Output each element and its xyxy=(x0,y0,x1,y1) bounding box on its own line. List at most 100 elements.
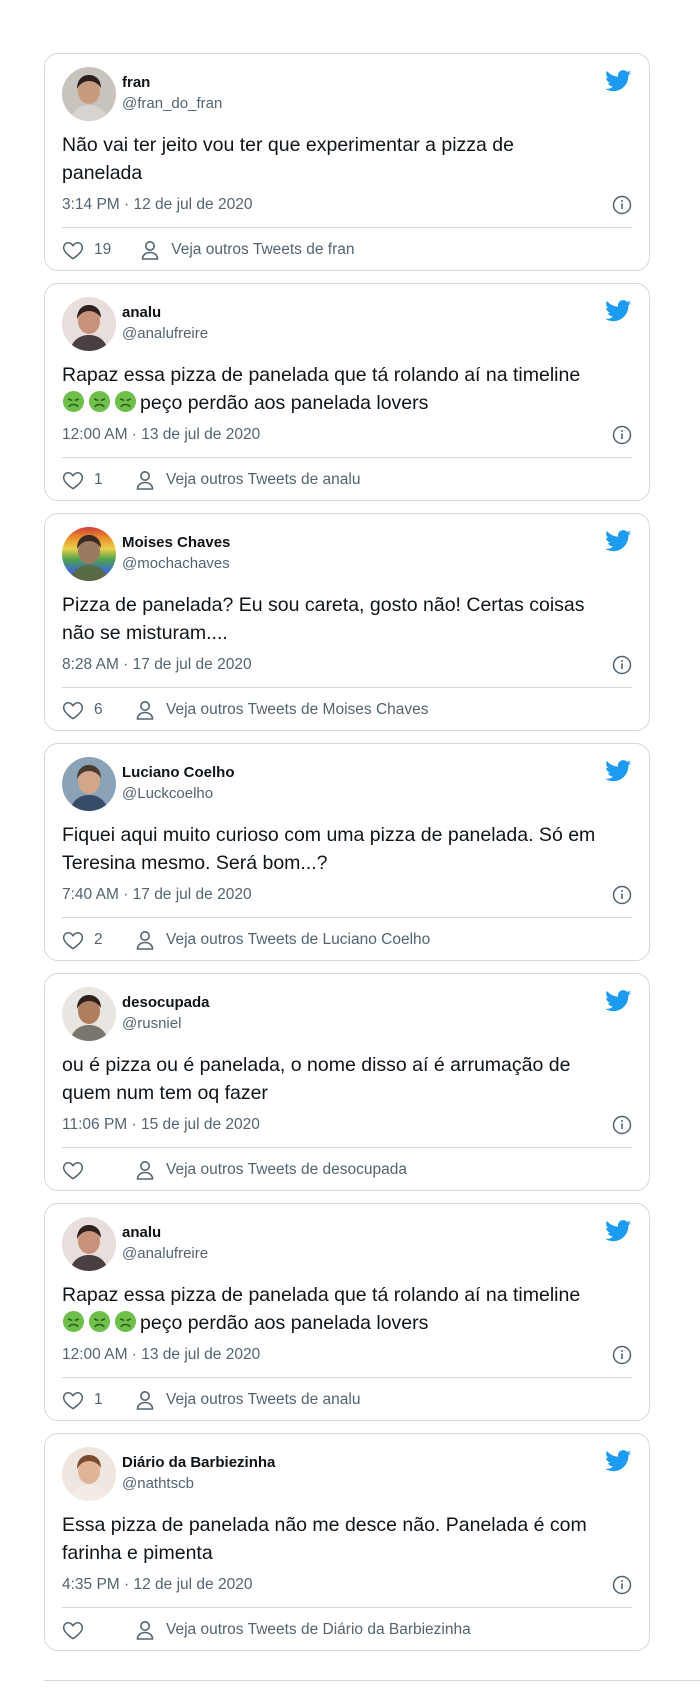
avatar[interactable] xyxy=(62,527,116,581)
divider xyxy=(62,687,632,688)
author-name[interactable]: Diário da Barbiezinha xyxy=(122,1454,275,1471)
tweet-text-line-1: Fiquei aqui muito curioso com uma pizza … xyxy=(62,824,596,846)
tweet-card[interactable]: analu @analufreire Rapaz essa pizza de p… xyxy=(44,283,650,501)
author-handle[interactable]: @fran_do_fran xyxy=(122,95,222,112)
tweet-text-line-2: panelada xyxy=(62,160,628,188)
tweet-timestamp[interactable]: 7:40 AM · 17 de jul de 2020 xyxy=(62,886,252,904)
info-icon[interactable] xyxy=(612,195,632,215)
info-icon[interactable] xyxy=(612,1575,632,1595)
more-tweets-link[interactable]: Veja outros Tweets de analu xyxy=(136,470,360,490)
divider xyxy=(62,1147,632,1148)
tweet-text-line-2-text: Teresina mesmo. Será bom...? xyxy=(62,851,328,874)
avatar[interactable] xyxy=(62,297,116,351)
tweet-text-line-1: Rapaz essa pizza de panelada que tá rola… xyxy=(62,1284,581,1306)
heart-icon xyxy=(62,1621,84,1640)
more-tweets-label: Veja outros Tweets de Luciano Coelho xyxy=(166,931,431,948)
tweet-text-line-2-text: quem num tem oq fazer xyxy=(62,1081,268,1104)
divider xyxy=(62,1607,632,1608)
more-tweets-link[interactable]: Veja outros Tweets de Luciano Coelho xyxy=(136,930,430,950)
tweet-timestamp[interactable]: 11:06 PM · 15 de jul de 2020 xyxy=(62,1116,260,1134)
avatar[interactable] xyxy=(62,1447,116,1501)
tweet-timestamp[interactable]: 8:28 AM · 17 de jul de 2020 xyxy=(62,656,252,674)
like-button[interactable]: 1 xyxy=(62,470,106,490)
nauseated-face-emoji xyxy=(62,1310,85,1333)
twitter-bird-icon[interactable] xyxy=(605,300,632,322)
person-icon xyxy=(136,931,154,950)
like-count: 1 xyxy=(94,471,103,488)
tweet-text: Fiquei aqui muito curioso com uma pizza … xyxy=(62,822,628,877)
tweet-text: Rapaz essa pizza de panelada que tá rola… xyxy=(62,1282,628,1337)
info-icon[interactable] xyxy=(612,655,632,675)
author-handle[interactable]: @analufreire xyxy=(122,1245,208,1262)
tweet-text-line-2: quem num tem oq fazer xyxy=(62,1080,628,1108)
author-name[interactable]: analu xyxy=(122,304,161,321)
avatar[interactable] xyxy=(62,67,116,121)
author-handle[interactable]: @analufreire xyxy=(122,325,208,342)
author-name[interactable]: analu xyxy=(122,1224,161,1241)
tweet-text-line-2-text: não se misturam.... xyxy=(62,621,228,644)
twitter-bird-icon[interactable] xyxy=(605,530,632,552)
more-tweets-link[interactable]: Veja outros Tweets de fran xyxy=(141,240,355,260)
twitter-bird-icon[interactable] xyxy=(605,1220,632,1242)
tweet-card[interactable]: Diário da Barbiezinha @nathtscb Essa piz… xyxy=(44,1433,650,1651)
tweet-card[interactable]: analu @analufreire Rapaz essa pizza de p… xyxy=(44,1203,650,1421)
tweet-card[interactable]: fran @fran_do_fran Não vai ter jeito vou… xyxy=(44,53,650,271)
info-icon[interactable] xyxy=(612,885,632,905)
more-tweets-label: Veja outros Tweets de analu xyxy=(166,471,361,488)
more-tweets-label: Veja outros Tweets de fran xyxy=(171,241,355,258)
more-tweets-label: Veja outros Tweets de Moises Chaves xyxy=(166,701,429,718)
tweet-text-line-1: Rapaz essa pizza de panelada que tá rola… xyxy=(62,364,581,386)
like-button[interactable]: 2 xyxy=(62,930,106,950)
divider xyxy=(62,457,632,458)
tweet-card[interactable]: desocupada @rusniel ou é pizza ou é pane… xyxy=(44,973,650,1191)
person-icon xyxy=(136,471,154,490)
author-handle[interactable]: @mochachaves xyxy=(122,555,230,572)
more-tweets-link[interactable]: Veja outros Tweets de Moises Chaves xyxy=(136,700,429,720)
more-tweets-link[interactable]: Veja outros Tweets de analu xyxy=(136,1390,360,1410)
twitter-bird-icon[interactable] xyxy=(605,760,632,782)
tweet-timestamp[interactable]: 12:00 AM · 13 de jul de 2020 xyxy=(62,1346,260,1364)
tweet-text: ou é pizza ou é panelada, o nome disso a… xyxy=(62,1052,628,1107)
author-name[interactable]: desocupada xyxy=(122,994,210,1011)
twitter-bird-icon[interactable] xyxy=(605,70,632,92)
tweet-actions: 1 Veja outros Tweets de analu xyxy=(62,1388,360,1412)
twitter-bird-icon[interactable] xyxy=(605,990,632,1012)
tweet-text-line-2-text: peço perdão aos panelada lovers xyxy=(140,1311,429,1334)
tweet-card[interactable]: Luciano Coelho @Luckcoelho Fiquei aqui m… xyxy=(44,743,650,961)
nauseated-face-emoji xyxy=(114,1310,137,1333)
author-name[interactable]: Moises Chaves xyxy=(122,534,230,551)
info-icon[interactable] xyxy=(612,425,632,445)
tweet-text-line-1: Pizza de panelada? Eu sou careta, gosto … xyxy=(62,594,585,616)
avatar[interactable] xyxy=(62,1217,116,1271)
heart-icon xyxy=(62,471,84,490)
like-button[interactable]: 19 xyxy=(62,240,111,260)
tweet-timestamp[interactable]: 12:00 AM · 13 de jul de 2020 xyxy=(62,426,260,444)
tweet-actions: 6 Veja outros Tweets de Moises Chaves xyxy=(62,698,429,722)
more-tweets-link[interactable]: Veja outros Tweets de desocupada xyxy=(136,1160,407,1180)
tweet-card[interactable]: Moises Chaves @mochachaves Pizza de pane… xyxy=(44,513,650,731)
tweet-timestamp[interactable]: 3:14 PM · 12 de jul de 2020 xyxy=(62,196,252,214)
like-count: 1 xyxy=(94,1391,103,1408)
nauseated-face-emoji xyxy=(88,390,111,413)
author-name[interactable]: Luciano Coelho xyxy=(122,764,235,781)
author-handle[interactable]: @nathtscb xyxy=(122,1475,194,1492)
twitter-bird-icon[interactable] xyxy=(605,1450,632,1472)
author-handle[interactable]: @rusniel xyxy=(122,1015,181,1032)
tweet-timestamp[interactable]: 4:35 PM · 12 de jul de 2020 xyxy=(62,1576,252,1594)
heart-icon xyxy=(62,241,84,260)
avatar[interactable] xyxy=(62,757,116,811)
info-icon[interactable] xyxy=(612,1115,632,1135)
avatar[interactable] xyxy=(62,987,116,1041)
like-button[interactable]: 6 xyxy=(62,700,106,720)
like-button[interactable] xyxy=(62,1160,106,1180)
tweet-text-line-2-text: farinha e pimenta xyxy=(62,1541,213,1564)
person-icon xyxy=(136,701,154,720)
like-button[interactable]: 1 xyxy=(62,1390,106,1410)
more-tweets-link[interactable]: Veja outros Tweets de Diário da Barbiezi… xyxy=(136,1620,471,1640)
person-icon xyxy=(136,1621,154,1640)
like-button[interactable] xyxy=(62,1620,106,1640)
tweet-text-line-2: não se misturam.... xyxy=(62,620,628,648)
author-name[interactable]: fran xyxy=(122,74,150,91)
author-handle[interactable]: @Luckcoelho xyxy=(122,785,213,802)
info-icon[interactable] xyxy=(612,1345,632,1365)
